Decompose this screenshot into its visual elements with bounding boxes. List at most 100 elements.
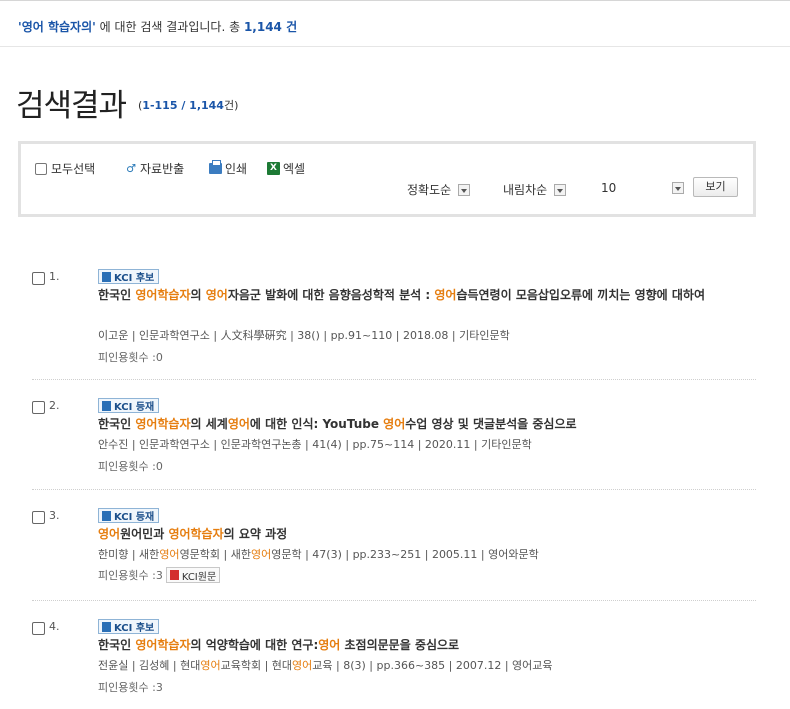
text-segment: 자음군 발화에 대한 음향음성학적 분석 : [227, 288, 435, 302]
text-segment: 의 [190, 288, 206, 302]
keyword-highlight: 영어학습자 [135, 638, 191, 652]
sort-order-select[interactable]: 내림차순 [503, 181, 567, 198]
text-segment: 한국인 [98, 417, 136, 431]
citation-label: 피인용횟수 : [98, 569, 156, 582]
kci-icon [102, 400, 111, 411]
result-toolbar: 모두선택 ♂ 자료반출 인쇄 X 엑셀 정확도순 내림차순 10 보기 [18, 141, 756, 217]
text-segment: 전윤실 | 김성혜 | 현대 [98, 659, 201, 672]
keyword-highlight: 영어 [434, 288, 457, 302]
sort-order-value: 내림차순 [503, 183, 548, 197]
text-segment: 한미향 | 새한 [98, 548, 160, 561]
keyword-highlight: 영어 [98, 527, 121, 541]
text-segment: 의 세계 [190, 417, 228, 431]
search-keyword: 영어 학습자의 [21, 20, 93, 34]
kci-badge-label: KCI 등재 [114, 512, 155, 523]
select-all-checkbox[interactable] [35, 162, 47, 175]
sort-field-dropdown-icon[interactable] [458, 183, 471, 196]
kci-fulltext-button[interactable]: KCI원문 [165, 567, 221, 583]
text-segment: 영문학회 | 새한 [179, 548, 251, 561]
text-segment: 수업 영상 및 댓글분석을 중심으로 [405, 417, 577, 431]
citation-label: 피인용횟수 : [98, 681, 156, 694]
range-unit: 건 [223, 99, 235, 112]
print-button[interactable]: 인쇄 [209, 160, 247, 177]
keyword-highlight: 영어 [205, 288, 228, 302]
result-divider [32, 379, 756, 380]
citation-value: 3 [155, 680, 163, 694]
print-label: 인쇄 [225, 162, 248, 176]
result-title-link[interactable]: 한국인 영어학습자의 영어자음군 발화에 대한 음향음성학적 분석 : 영어습득… [98, 286, 758, 305]
result-meta: 이고운 | 인문과학연구소 | 人文科學硏究 | 38() | pp.91~11… [98, 329, 510, 342]
keyword-highlight: 영어 [383, 417, 406, 431]
result-number: 4. [49, 620, 60, 633]
export-label: 자료반출 [140, 162, 185, 176]
search-summary-text: '영어 학습자의' 에 대한 검색 결과입니다. 총 1,144 건 [18, 18, 297, 35]
kci-icon [102, 621, 111, 632]
citation-value: 3 [155, 568, 163, 582]
result-divider [32, 489, 756, 490]
range-slash: / [177, 99, 190, 112]
result-title-link[interactable]: 영어원어민과 영어학습자의 요약 과정 [98, 525, 758, 544]
view-button[interactable]: 보기 [693, 177, 738, 197]
excel-button[interactable]: X 엑셀 [267, 160, 305, 177]
print-icon [209, 160, 222, 174]
text-segment: 초점의문문을 중심으로 [340, 638, 460, 652]
citation-value: 0 [155, 459, 163, 473]
keyword-highlight: 영어 [227, 417, 250, 431]
kci-badge-label: KCI 후보 [114, 273, 155, 284]
kci-badge: KCI 등재 [98, 508, 160, 523]
kci-fulltext-label: KCI원문 [181, 571, 217, 583]
pdf-icon [169, 570, 179, 580]
text-segment: 교육학회 | 현대 [220, 659, 293, 672]
sort-field-select[interactable]: 정확도순 [407, 181, 471, 198]
result-title-link[interactable]: 한국인 영어학습자의 세계영어에 대한 인식: YouTube 영어수업 영상 … [98, 415, 758, 434]
result-checkbox[interactable] [32, 401, 45, 414]
summary-mid-text: 에 대한 검색 결과입니다. 총 [95, 20, 244, 34]
result-meta: 한미향 | 새한영어영문학회 | 새한영어영문학 | 47(3) | pp.23… [98, 546, 539, 562]
sort-field-value: 정확도순 [407, 183, 452, 197]
total-unit: 건 [281, 20, 298, 34]
page-title: 검색결과 [16, 88, 127, 124]
search-summary-bar: '영어 학습자의' 에 대한 검색 결과입니다. 총 1,144 건 [0, 0, 790, 47]
citation-label: 피인용횟수 : [98, 351, 156, 364]
range-total: 1,144 [189, 99, 224, 112]
result-number: 3. [49, 509, 60, 522]
kci-badge: KCI 후보 [98, 619, 160, 634]
result-meta: 전윤실 | 김성혜 | 현대영어교육학회 | 현대영어교육 | 8(3) | p… [98, 657, 553, 673]
citation-label: 피인용횟수 : [98, 460, 156, 473]
kci-badge-label: KCI 등재 [114, 402, 155, 413]
keyword-highlight: 영어 [200, 659, 221, 672]
kci-badge: KCI 등재 [98, 398, 160, 413]
result-title-link[interactable]: 한국인 영어학습자의 억양학습에 대한 연구:영어 초점의문문을 중심으로 [98, 636, 758, 655]
select-all-control[interactable]: 모두선택 [35, 160, 95, 177]
result-number: 2. [49, 399, 60, 412]
keyword-highlight: 영어 [318, 638, 341, 652]
total-count: 1,144 [243, 20, 282, 34]
citation-count: 피인용횟수 : 3 KCI원문 [98, 567, 221, 583]
kci-icon [102, 271, 111, 282]
result-checkbox[interactable] [32, 511, 45, 524]
text-segment: 의 억양학습에 대한 연구: [190, 638, 319, 652]
kci-icon [102, 510, 111, 521]
sort-order-dropdown-icon[interactable] [554, 183, 567, 196]
page-size-select[interactable]: 10 [601, 181, 684, 195]
result-checkbox[interactable] [32, 622, 45, 635]
text-segment: 에 대한 인식: YouTube [249, 417, 384, 431]
excel-label: 엑셀 [283, 162, 306, 176]
export-button[interactable]: ♂ 자료반출 [125, 160, 184, 177]
keyword-highlight: 영어학습자 [135, 288, 191, 302]
citation-count: 피인용횟수 : 0 [98, 458, 163, 474]
citation-count: 피인용횟수 : 0 [98, 349, 163, 365]
page-size-value: 10 [601, 181, 617, 195]
select-all-label: 모두선택 [51, 162, 96, 176]
kci-badge: KCI 후보 [98, 269, 160, 284]
text-segment: 영문학 | 47(3) | pp.233~251 | 2005.11 | 영어와… [271, 548, 539, 561]
keyword-highlight: 영어학습자 [135, 417, 191, 431]
result-checkbox[interactable] [32, 272, 45, 285]
result-meta: 안수진 | 인문과학연구소 | 인문과학연구논총 | 41(4) | pp.75… [98, 438, 532, 451]
range-value: 1-115 [142, 99, 178, 112]
keyword-highlight: 영어 [159, 548, 180, 561]
range-paren-close: ) [234, 99, 239, 112]
citation-count: 피인용횟수 : 3 [98, 679, 163, 695]
page-size-dropdown-icon[interactable] [672, 182, 684, 194]
text-segment: 습득연령이 모음삽입오류에 끼치는 영향에 대하여 [456, 288, 705, 302]
